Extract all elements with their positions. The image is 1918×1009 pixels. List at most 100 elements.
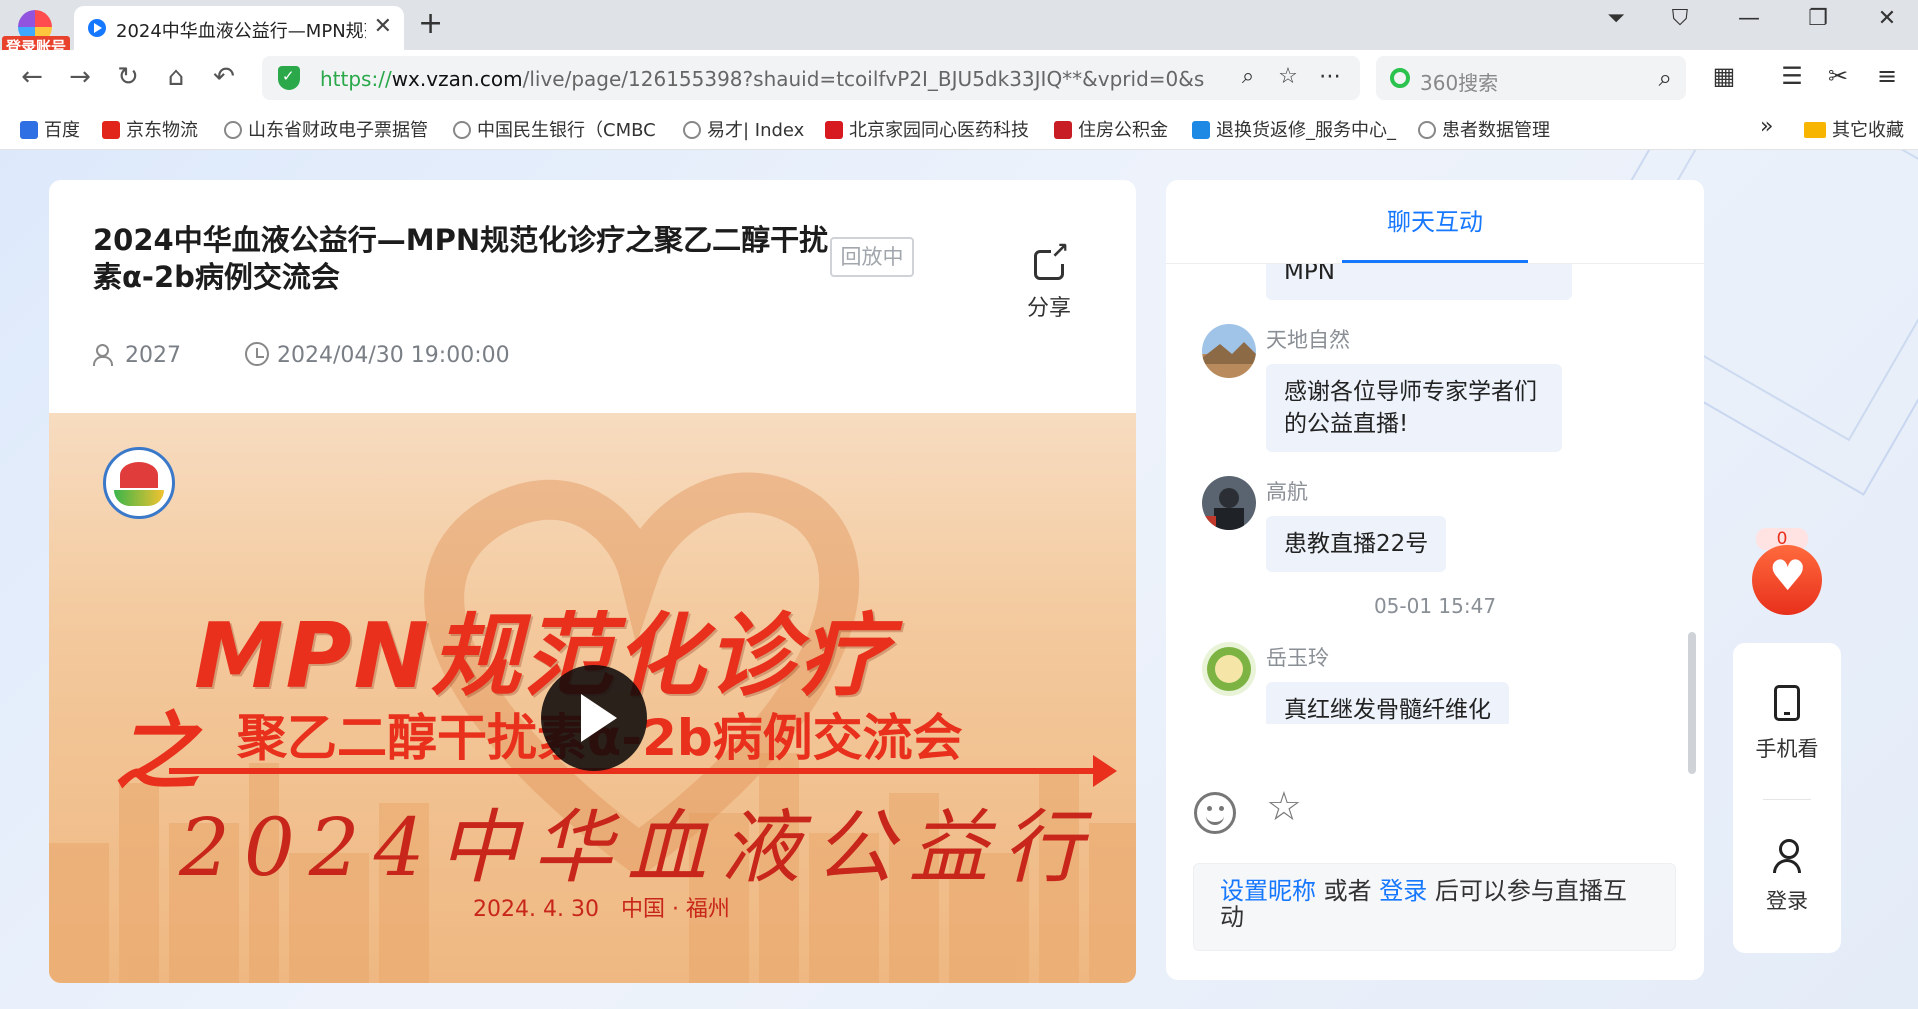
watch-on-mobile-label: 手机看 [1755, 737, 1819, 761]
user-icon [1772, 839, 1802, 873]
bookmark-beijing-jiayuan[interactable]: 北京家园同心医药科技 [825, 116, 1035, 142]
bookmark-jd-logistics[interactable]: 京东物流 [102, 116, 212, 142]
viewers-icon [93, 342, 117, 366]
search-icon[interactable]: ⌕ [1659, 64, 1672, 92]
reload-icon[interactable]: ↻ [110, 62, 146, 92]
bookmark-other-folder[interactable]: 其它收藏 [1804, 116, 1914, 142]
bookmark-cmbc[interactable]: 中国民生银行（CMBC [453, 116, 661, 142]
message-bubble: 患教直播22号 [1266, 516, 1447, 572]
zoom-icon[interactable]: ⌕ [1232, 64, 1264, 89]
search-box[interactable]: 360搜索 ⌕ [1376, 56, 1686, 100]
apps-grid-icon[interactable]: ▦ [1706, 62, 1742, 90]
scissors-icon[interactable]: ✂ [1820, 62, 1856, 90]
bookmarks-bar: 百度 京东物流 山东省财政电子票据管 中国民生银行（CMBC 易才| Index… [0, 106, 1918, 150]
bookmark-housing-fund[interactable]: 住房公积金 [1054, 116, 1174, 142]
folder-icon [1804, 122, 1826, 138]
watch-on-mobile-button[interactable]: 手机看 [1733, 685, 1841, 763]
bookmark-star-icon[interactable]: ☆ [1272, 64, 1304, 89]
at-sign-icon [825, 121, 843, 139]
globe-icon [224, 121, 242, 139]
window-close-icon[interactable]: ✕ [1867, 6, 1907, 31]
jdl-logo-icon [102, 121, 120, 139]
sparkle-star-icon[interactable]: ☆ [1266, 784, 1302, 830]
set-nickname-link[interactable]: 设置昵称 [1220, 877, 1316, 905]
active-tab[interactable]: 2024中华血液公益行—MPN规范化诊疗之聚乙二醇干扰素α-2b病例交流会 ✕ [74, 6, 404, 50]
viewer-count: 2027 [125, 343, 181, 368]
message-author: 天地自然 [1266, 328, 1350, 352]
search-engine-label: 360搜索 [1420, 71, 1499, 95]
video-card: 2024中华血液公益行—MPN规范化诊疗之聚乙二醇干扰素α-2b病例交流会 回放… [49, 180, 1136, 983]
tab-chat-interaction[interactable]: 聊天互动 [1342, 202, 1528, 237]
browser-toolbar: ← → ↻ ⌂ ↶ https://wx.vzan.com/live/page/… [0, 50, 1918, 106]
video-meta: 2027 2024/04/30 19:00:00 [93, 342, 510, 368]
message-bubble: 感谢各位导师专家学者们的公益直播! [1266, 364, 1562, 452]
forward-arrow-icon[interactable]: → [62, 62, 98, 92]
play-button[interactable] [541, 665, 647, 771]
main-menu-icon[interactable]: ≡ [1869, 62, 1905, 90]
avatar[interactable] [1202, 642, 1256, 696]
address-bar[interactable]: https://wx.vzan.com/live/page/126155398?… [262, 56, 1360, 100]
bookmarks-more-icon[interactable]: » [1760, 114, 1773, 139]
vzan-play-icon [88, 19, 106, 37]
message-bubble: MPN [1266, 264, 1572, 300]
more-dots-icon[interactable]: ⋯ [1314, 64, 1346, 89]
login-button[interactable]: 登录 [1733, 839, 1841, 915]
bookmark-patient-data[interactable]: 患者数据管理 [1418, 116, 1568, 142]
baidu-paw-icon [20, 121, 38, 139]
360-search-logo-icon [1390, 68, 1410, 88]
share-icon [1034, 239, 1069, 280]
home-icon[interactable]: ⌂ [158, 62, 194, 92]
poster-date-place: 2024. 4. 30 中国 · 福州 [473, 897, 730, 922]
minimize-icon[interactable]: — [1729, 6, 1769, 31]
bookmark-shandong-finance[interactable]: 山东省财政电子票据管 [224, 116, 434, 142]
message-author: 岳玉玲 [1266, 646, 1329, 670]
secure-shield-icon[interactable] [278, 66, 300, 90]
poster-arrow [169, 755, 1117, 787]
chat-panel: 聊天互动 MPN 天地自然 感谢各位导师专家学者们的公益直播! 高航 患教直播2… [1166, 180, 1704, 980]
video-player[interactable]: MPN规范化诊疗 之 聚乙二醇干扰素α-2b病例交流会 2024中华血液公益行 … [49, 413, 1136, 983]
message-bubble: 真红继发骨髓纤维化 [1266, 682, 1509, 724]
start-time: 2024/04/30 19:00:00 [277, 343, 510, 368]
like-heart-button[interactable] [1752, 545, 1822, 615]
page-body: 2024中华血液公益行—MPN规范化诊疗之聚乙二醇干扰素α-2b病例交流会 回放… [0, 150, 1918, 1009]
organizer-logo-image [103, 447, 175, 519]
browser-tab-bar: 登录账号 2024中华血液公益行—MPN规范化诊疗之聚乙二醇干扰素α-2b病例交… [0, 0, 1918, 58]
replay-status-badge: 回放中 [830, 237, 914, 277]
back-arrow-icon[interactable]: ← [14, 62, 50, 92]
favorites-list-icon[interactable]: ☰ [1774, 62, 1810, 90]
login-prompt: 设置昵称 或者 登录 后可以参与直播互动 [1193, 863, 1676, 951]
avatar[interactable] [1202, 324, 1256, 378]
housing-fund-icon [1054, 121, 1072, 139]
share-button[interactable]: 分享 [1009, 239, 1089, 322]
undo-close-icon[interactable]: ↶ [206, 62, 242, 92]
divider [1763, 799, 1811, 800]
message-author: 高航 [1266, 480, 1308, 504]
message-list[interactable]: MPN 天地自然 感谢各位导师专家学者们的公益直播! 高航 患教直播22号 05… [1166, 264, 1704, 724]
login-label: 登录 [1766, 889, 1808, 913]
video-title: 2024中华血液公益行—MPN规范化诊疗之聚乙二醇干扰素α-2b病例交流会 [93, 223, 829, 294]
globe-icon [1418, 121, 1436, 139]
skin-shirt-icon[interactable]: ⛉ [1660, 6, 1700, 31]
poster-headline: MPN规范化诊疗 [194, 604, 891, 709]
tab-title: 2024中华血液公益行—MPN规范化诊疗之聚乙二醇干扰素α-2b病例交流会 [116, 21, 366, 42]
bookmark-return-service[interactable]: 退换货返修_服务中心_ [1192, 116, 1398, 142]
side-panel: 手机看 登录 [1733, 643, 1841, 953]
close-tab-icon[interactable]: ✕ [374, 14, 392, 39]
globe-icon [453, 121, 471, 139]
chat-scrollbar[interactable] [1688, 632, 1696, 774]
bookmark-yicai[interactable]: 易才| Index [683, 116, 811, 142]
clock-icon [245, 342, 269, 366]
phone-icon [1774, 685, 1800, 721]
restore-icon[interactable]: ❐ [1798, 6, 1838, 31]
url-text[interactable]: https://wx.vzan.com/live/page/126155398?… [320, 67, 1232, 91]
emoji-icon[interactable] [1194, 792, 1236, 834]
poster-tagline: 2024中华血液公益行 [179, 801, 1097, 894]
avatar[interactable] [1202, 476, 1256, 530]
share-label: 分享 [1026, 296, 1071, 321]
menu-dropdown-icon[interactable]: ⏷ [1596, 6, 1636, 31]
login-link[interactable]: 登录 [1379, 877, 1427, 905]
new-tab-button[interactable]: + [418, 6, 443, 41]
globe-icon [683, 121, 701, 139]
bookmark-baidu[interactable]: 百度 [20, 116, 90, 142]
time-separator: 05-01 15:47 [1373, 594, 1497, 618]
